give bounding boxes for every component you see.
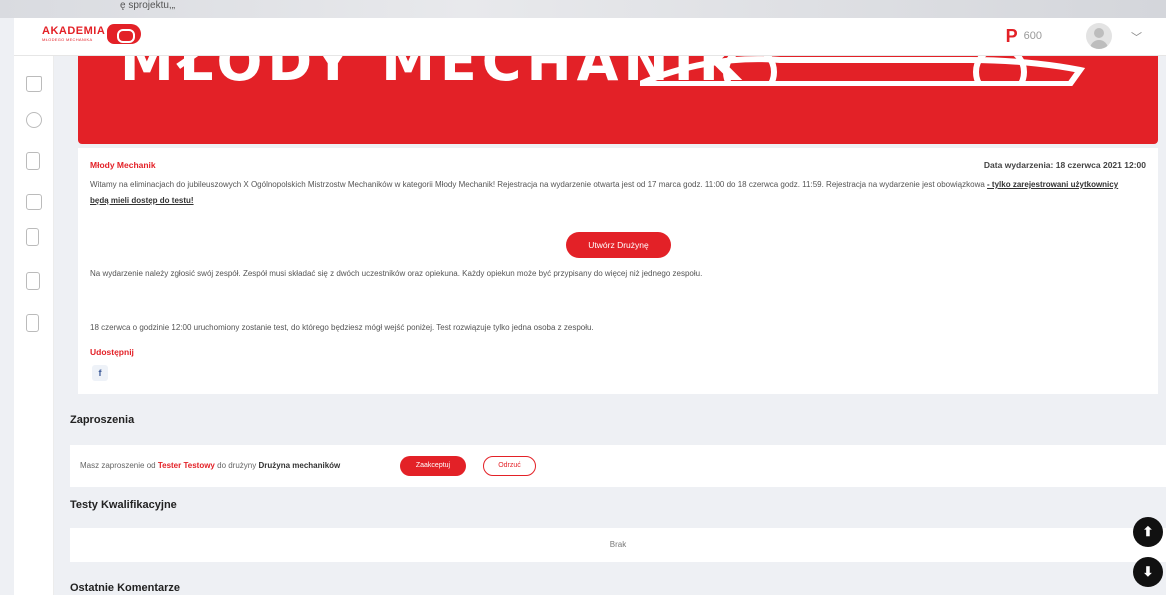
event-card: Młody Mechanik Data wydarzenia: 18 czerw… [78,148,1158,394]
accept-button[interactable]: Zaakceptuj [400,456,466,476]
top-strip: ę sprojektu,„ [0,0,1166,18]
event-description-text: Witamy na eliminacjach do jubileuszowych… [90,180,988,189]
points-value: 600 [1023,30,1042,42]
invitation-text: Masz zaproszenie od Tester Testowy do dr… [80,461,340,470]
logo-badge-icon [107,24,142,44]
comments-title: Ostatnie Komentarze [70,582,181,594]
invitation-prefix: Masz zaproszenie od [80,461,158,470]
event-description: Witamy na eliminacjach do jubileuszowych… [90,177,1130,209]
logo-text: AKADEMIA [42,25,106,37]
tests-card: Brak [70,528,1166,562]
team-info-text: Na wydarzenie należy zgłosić swój zespół… [90,269,703,278]
scroll-down-button[interactable]: ⬇ [1133,557,1163,587]
invitation-sender[interactable]: Tester Testowy [158,461,215,470]
document-icon[interactable] [26,152,40,170]
scroll-up-button[interactable]: ⬆ [1133,517,1163,547]
chevron-down-icon[interactable]: ﹀ [1131,29,1142,45]
points-counter[interactable]: P 600 [1006,27,1042,45]
home-icon[interactable] [26,76,42,92]
reject-button[interactable]: Odrzuć [483,456,536,476]
phone-icon[interactable] [26,228,39,246]
car-illustration [640,56,1086,86]
top-strip-text: ę sprojektu,„ [120,0,176,11]
share-label: Udostępnij [90,347,134,357]
invitation-middle: do drużyny [214,461,259,470]
tests-title: Testy Kwalifikacyjne [70,499,177,511]
logo-subtext: MŁODEGO MECHANIKA [42,37,93,42]
facebook-icon[interactable]: f [92,365,108,381]
invitations-title: Zaproszenia [70,414,135,426]
hero-banner: MŁODY MECHANIK [78,56,1158,144]
user-icon[interactable] [26,112,42,128]
tests-empty-text: Brak [609,540,627,549]
logo[interactable]: AKADEMIA MŁODEGO MECHANIKA [42,24,142,44]
create-team-button[interactable]: Utwórz Drużynę [566,232,671,258]
event-date: Data wydarzenia: 18 czerwca 2021 12:00 [983,160,1146,170]
top-navbar: AKADEMIA MŁODEGO MECHANIKA P 600 ﹀ [14,18,1166,56]
event-title: Młody Mechanik [90,160,156,170]
user-avatar[interactable] [1086,23,1112,49]
invitation-team: Drużyna mechaników [258,461,341,470]
invitation-card: Masz zaproszenie od Tester Testowy do dr… [70,445,1166,487]
calendar-icon[interactable] [26,194,42,210]
points-icon: P [1005,26,1018,46]
sidebar [14,56,54,595]
test-info-text: 18 czerwca o godzinie 12:00 uruchomiony … [90,323,594,332]
edit-icon[interactable] [26,272,40,290]
clipboard-icon[interactable] [26,314,39,332]
